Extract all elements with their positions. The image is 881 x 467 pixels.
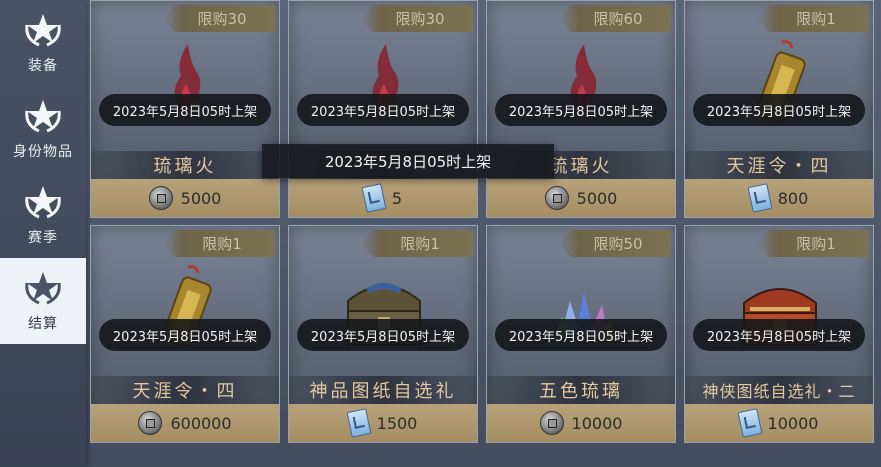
release-date-tooltip: 2023年5月8日05时上架: [262, 144, 554, 178]
star-laurel-icon: [25, 100, 61, 133]
sidebar-item-label: 赛季: [28, 230, 58, 246]
sidebar-item-label: 身份物品: [13, 144, 73, 160]
price-bar[interactable]: 1500: [289, 404, 477, 442]
release-date-label: 2023年5月8日05时上架: [297, 94, 469, 126]
release-date-label: 2023年5月8日05时上架: [297, 319, 469, 351]
purchase-limit-badge: 限购30: [361, 5, 473, 32]
price-bar[interactable]: 800: [685, 179, 873, 217]
purchase-limit-badge: 限购1: [163, 230, 275, 257]
price-value: 600000: [170, 413, 232, 433]
ticket-icon: [361, 183, 387, 213]
ticket-icon: [346, 408, 372, 438]
sidebar-item-label: 结算: [28, 316, 58, 332]
price-bar[interactable]: 10000: [685, 404, 873, 442]
item-name: 天涯令・四: [685, 151, 873, 179]
purchase-limit-badge: 限购1: [757, 5, 869, 32]
star-laurel-icon: [25, 186, 61, 219]
coin-icon: [148, 186, 173, 210]
coin-icon: [544, 186, 569, 210]
shop-item-card[interactable]: 限购50 2023年5月8日05时上架 五色琉璃 10000: [486, 225, 676, 443]
purchase-limit-badge: 限购30: [163, 5, 275, 32]
release-date-label: 2023年5月8日05时上架: [99, 94, 271, 126]
price-value: 1500: [376, 413, 418, 433]
price-value: 10000: [767, 413, 819, 433]
purchase-limit-badge: 限购1: [757, 230, 869, 257]
price-value: 5000: [180, 188, 222, 208]
release-date-label: 2023年5月8日05时上架: [495, 94, 667, 126]
shop-item-card[interactable]: 限购1 2023年5月8日05时上架 神品图纸自选礼 1500: [288, 225, 478, 443]
purchase-limit-badge: 限购50: [559, 230, 671, 257]
price-bar[interactable]: 5: [289, 179, 477, 217]
shop-item-card[interactable]: 限购30 2023年5月8日05时上架 5: [288, 0, 478, 218]
price-value: 5: [391, 188, 403, 208]
shop-item-card[interactable]: 限购1 2023年5月8日05时上架 神侠图纸自选礼・二 10000: [684, 225, 874, 443]
coin-icon: [539, 411, 564, 435]
release-date-label: 2023年5月8日05时上架: [693, 94, 865, 126]
price-value: 800: [777, 188, 809, 208]
shop-item-card[interactable]: 限购1 2023年5月8日05时上架 天涯令・四 800: [684, 0, 874, 218]
item-name: 神侠图纸自选礼・二: [685, 376, 873, 404]
star-laurel-icon: [25, 14, 61, 47]
release-date-label: 2023年5月8日05时上架: [693, 319, 865, 351]
category-sidebar: 装备 身份物品 赛季 结算: [0, 0, 86, 467]
price-bar[interactable]: 5000: [91, 179, 279, 217]
price-bar[interactable]: 600000: [91, 404, 279, 442]
item-name: 神品图纸自选礼: [289, 376, 477, 404]
item-name: 五色琉璃: [487, 376, 675, 404]
price-value: 10000: [571, 413, 623, 433]
item-name: 天涯令・四: [91, 376, 279, 404]
price-value: 5000: [576, 188, 618, 208]
ticket-icon: [737, 408, 763, 438]
shop-item-card[interactable]: 限购30 2023年5月8日05时上架 琉璃火 5000: [90, 0, 280, 218]
purchase-limit-badge: 限购60: [559, 5, 671, 32]
item-name: 琉璃火: [91, 151, 279, 179]
coin-icon: [138, 411, 163, 435]
release-date-label: 2023年5月8日05时上架: [99, 319, 271, 351]
price-bar[interactable]: 5000: [487, 179, 675, 217]
shop-item-card[interactable]: 限购60 2023年5月8日05时上架 琉璃火 5000: [486, 0, 676, 218]
sidebar-item-season[interactable]: 赛季: [0, 172, 86, 258]
sidebar-item-equipment[interactable]: 装备: [0, 0, 86, 86]
sidebar-item-settlement[interactable]: 结算: [0, 258, 86, 344]
price-bar[interactable]: 10000: [487, 404, 675, 442]
sidebar-item-label: 装备: [28, 58, 58, 74]
purchase-limit-badge: 限购1: [361, 230, 473, 257]
ticket-icon: [747, 183, 773, 213]
sidebar-item-identity[interactable]: 身份物品: [0, 86, 86, 172]
release-date-label: 2023年5月8日05时上架: [495, 319, 667, 351]
star-laurel-icon: [25, 272, 61, 305]
shop-item-card[interactable]: 限购1 2023年5月8日05时上架 天涯令・四 600000: [90, 225, 280, 443]
